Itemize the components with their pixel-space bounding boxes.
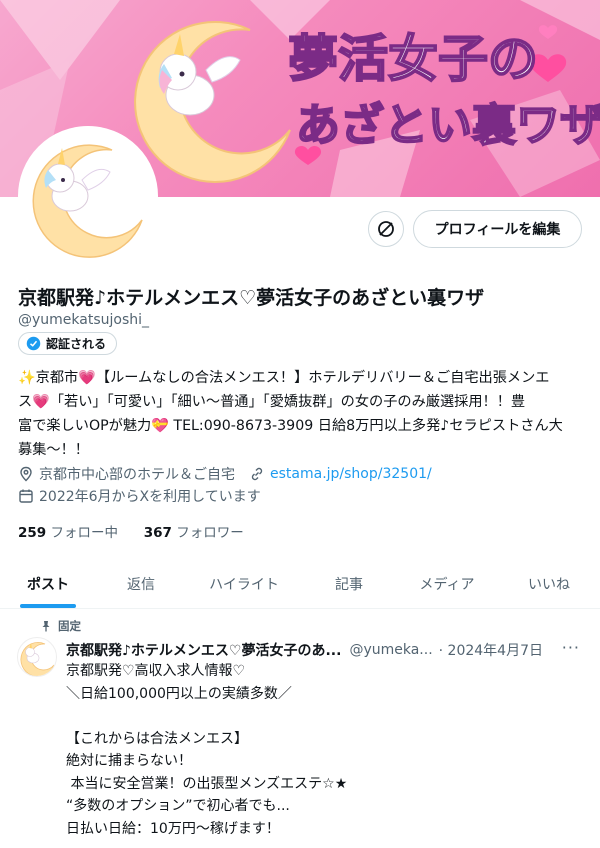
following-link[interactable]: 259 フォロー中 xyxy=(18,525,118,541)
get-verified-button[interactable]: 認証される xyxy=(18,332,118,355)
tweet-header: 京都駅発♪ホテルメンエス♡夢活女子のあ... @yumeka... · 2024… xyxy=(66,638,586,660)
profile-website-link[interactable]: estama.jp/shop/32501/ xyxy=(270,466,432,482)
pin-icon xyxy=(42,621,50,632)
tabs-divider xyxy=(0,608,600,609)
followers-label: フォロワー xyxy=(176,525,244,541)
tweet-author-handle[interactable]: @yumeka... xyxy=(349,642,432,658)
tweet-date[interactable]: · 2024年4月7日 xyxy=(439,640,543,660)
tab-highlights[interactable]: ハイライト xyxy=(186,560,302,608)
tab-posts[interactable]: ポスト xyxy=(0,560,96,608)
link-icon xyxy=(251,467,263,481)
avatar-moon-unicorn-icon xyxy=(22,130,154,262)
grok-analyze-button[interactable] xyxy=(368,211,404,247)
profile-bio: ✨京都市💗【ルームなしの合法メンエス！】ホテルデリバリー＆ご自宅出張メンエ ス💗… xyxy=(18,366,588,462)
calendar-icon xyxy=(19,489,33,503)
pinned-label: 固定 xyxy=(58,619,81,633)
grok-icon xyxy=(378,221,394,237)
pinned-indicator: 固定 xyxy=(40,618,81,634)
profile-meta-row: 京都市中心部のホテル＆ご自宅 estama.jp/shop/32501/ xyxy=(18,464,432,484)
profile-location: 京都市中心部のホテル＆ご自宅 xyxy=(39,467,235,483)
tweet-more-icon[interactable]: ··· xyxy=(562,638,580,657)
bio-line: 富で楽しいOPが魅力💝 TEL:090-8673-3909 日給8万円以上多発♪… xyxy=(18,418,563,434)
tab-articles[interactable]: 記事 xyxy=(302,560,396,608)
profile-handle: @yumekatsujoshi_ xyxy=(18,312,150,328)
profile-avatar[interactable] xyxy=(18,126,158,266)
following-count: 259 xyxy=(18,525,47,541)
tweet-author-avatar[interactable] xyxy=(17,637,57,677)
tab-likes[interactable]: いいね xyxy=(498,560,600,608)
tweet-author-name[interactable]: 京都駅発♪ホテルメンエス♡夢活女子のあ... xyxy=(66,640,341,660)
bio-line: ス💗「若い」「可愛い」「細い〜普通」「愛嬌抜群」の女の子のみ厳選採用！！豊 xyxy=(18,394,526,410)
profile-joined-date: 2022年6月からXを利用しています xyxy=(39,489,261,505)
avatar-moon-unicorn-icon xyxy=(20,642,55,676)
followers-link[interactable]: 367 フォロワー xyxy=(144,525,244,541)
tab-media[interactable]: メディア xyxy=(396,560,498,608)
followers-count: 367 xyxy=(143,525,172,541)
bio-line: 募集〜！！ xyxy=(18,442,89,458)
tweet-text[interactable]: 京都駅発♡高収入求人情報♡ ＼日給100,000円以上の実績多数／ 【これからは… xyxy=(66,660,586,840)
bio-line: ✨京都市💗【ルームなしの合法メンエス！】ホテルデリバリー＆ご自宅出張メンエ xyxy=(18,370,550,386)
following-label: フォロー中 xyxy=(50,525,118,541)
profile-name: 京都駅発♪ホテルメンエス♡夢活女子のあざとい裏ワザ xyxy=(18,287,485,309)
verified-badge-icon xyxy=(26,336,41,351)
location-icon xyxy=(20,466,32,482)
follow-stats: 259 フォロー中 367 フォロワー xyxy=(18,521,244,541)
banner-title-line1: 夢活女子の xyxy=(288,30,538,88)
banner-title-line2: あざとい裏ワザ xyxy=(296,100,600,151)
profile-tabs: ポスト 返信 ハイライト 記事 メディア いいね xyxy=(0,560,600,608)
tab-replies[interactable]: 返信 xyxy=(96,560,186,608)
edit-profile-button[interactable]: プロフィールを編集 xyxy=(413,210,582,248)
profile-joined-row: 2022年6月からXを利用しています xyxy=(18,486,261,506)
verified-label: 認証される xyxy=(46,337,107,351)
